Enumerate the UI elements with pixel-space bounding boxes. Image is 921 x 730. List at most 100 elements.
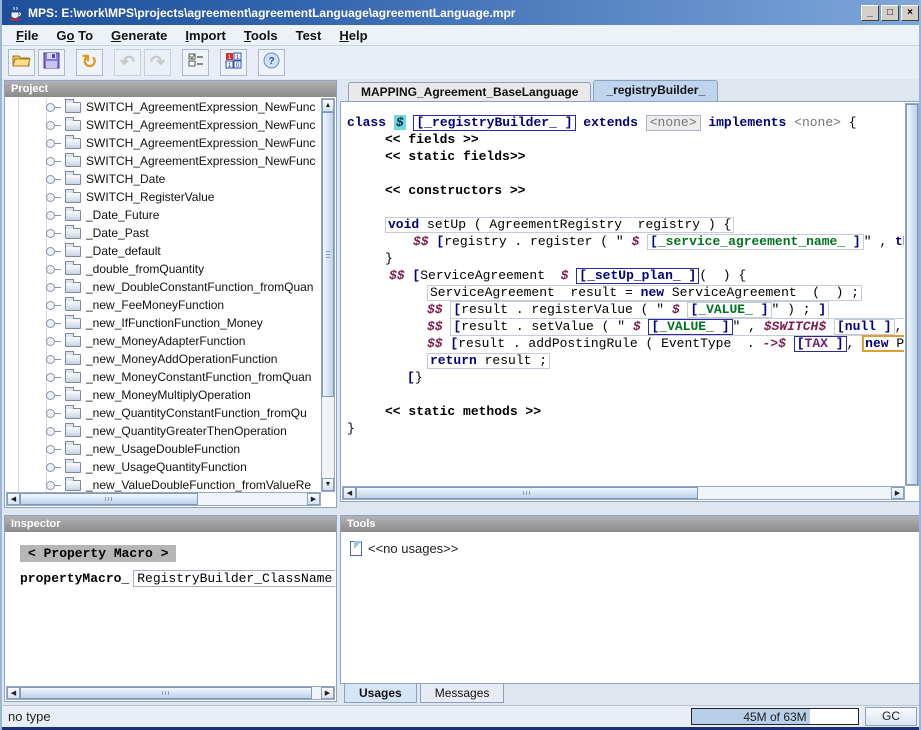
code-token[interactable]: ServiceAgreement [420, 268, 560, 283]
code-token[interactable]: << constructors >> [385, 183, 525, 198]
tree-item[interactable]: _new_UsageQuantityFunction [6, 458, 321, 476]
code-line[interactable]: } [347, 420, 904, 437]
code-token[interactable]: ] [818, 302, 826, 317]
save-button[interactable] [38, 49, 65, 76]
code-token[interactable]: ( ) { [699, 268, 746, 283]
code-line[interactable] [347, 165, 904, 182]
property-macro-name[interactable]: propertyMacro_ [20, 571, 129, 586]
code-token[interactable]: , [895, 319, 904, 334]
tree-collapse-handle-icon[interactable] [46, 355, 62, 363]
code-token[interactable]: [result . setValue ( " $ [_VALUE_ ]" , $… [450, 318, 904, 336]
usages-view[interactable]: <<no usages>> [342, 533, 919, 682]
help-button[interactable]: ? [258, 49, 285, 76]
maximize-button[interactable]: □ [881, 5, 899, 21]
tree-item[interactable]: SWITCH_Date [6, 170, 321, 188]
code-token[interactable]: $$ [427, 319, 450, 334]
code-token[interactable]: ] [884, 319, 892, 334]
tree-collapse-handle-icon[interactable] [46, 409, 62, 417]
code-token[interactable]: [null ] [834, 319, 895, 335]
code-area[interactable]: class $ [_registryBuilder_ ] extends <no… [347, 114, 904, 485]
tree-collapse-handle-icon[interactable] [46, 139, 62, 147]
menu-file[interactable]: File [8, 27, 46, 44]
code-token[interactable]: result . registerValue ( " [461, 302, 672, 317]
tree-item[interactable]: _new_IfFunctionFunction_Money [6, 314, 321, 332]
inspector-horizontal-scrollbar[interactable]: ◀ ▶ [6, 686, 335, 700]
code-token[interactable]: ] [836, 336, 844, 351]
code-token[interactable]: new [641, 285, 664, 300]
tools-tab-usages[interactable]: Usages [344, 684, 417, 703]
code-line[interactable] [347, 386, 904, 403]
code-line[interactable]: << constructors >> [347, 182, 904, 199]
code-line[interactable]: void setUp ( AgreementRegistry registry … [347, 216, 904, 233]
code-line[interactable]: } [347, 250, 904, 267]
code-token[interactable]: $ [633, 319, 649, 334]
code-token[interactable]: setUp ( AgreementRegistry registry ) { [419, 217, 731, 232]
code-token[interactable]: } [415, 370, 423, 385]
code-token[interactable]: _setUp_plan_ [587, 268, 688, 283]
scroll-left-icon[interactable]: ◀ [7, 493, 20, 505]
code-line[interactable]: << fields >> [347, 131, 904, 148]
editor-tab-mapping_agreement_baselanguage[interactable]: MAPPING_Agreement_BaseLanguage [348, 82, 591, 101]
tree-item[interactable]: _new_DoubleConstantFunction_fromQuan [6, 278, 321, 296]
tree-item[interactable]: SWITCH_RegisterValue [6, 188, 321, 206]
code-token[interactable]: [ [407, 370, 415, 385]
scroll-down-icon[interactable]: ▼ [322, 478, 334, 491]
code-line[interactable]: << static methods >> [347, 403, 904, 420]
titlebar[interactable]: MPS: E:\work\MPS\projects\agreement\agre… [2, 0, 921, 25]
options-button[interactable] [182, 49, 209, 76]
code-token[interactable]: new [865, 336, 888, 351]
code-token[interactable]: [result . registerValue ( " $ [_VALUE_ ]… [450, 301, 829, 319]
code-token[interactable]: << static methods >> [385, 404, 541, 419]
code-line[interactable]: class $ [_registryBuilder_ ] extends <no… [347, 114, 904, 131]
code-token[interactable]: ] [722, 319, 730, 334]
scroll-up-icon[interactable]: ▲ [322, 99, 334, 112]
tree-item[interactable]: _double_fromQuantity [6, 260, 321, 278]
code-token[interactable]: { [841, 115, 857, 130]
code-line[interactable]: $$ [registry . register ( " $ [_service_… [347, 233, 904, 250]
code-token[interactable]: ServiceAgreement ( ) ; [664, 285, 859, 300]
menu-go-to[interactable]: Go To [48, 27, 101, 44]
editor-horizontal-scrollbar[interactable]: ◀ ▶ [342, 486, 905, 500]
code-token[interactable]: [_VALUE_ ] [648, 319, 732, 335]
code-token[interactable]: ] [853, 234, 861, 249]
code-token[interactable]: $$ [413, 234, 436, 249]
tree-collapse-handle-icon[interactable] [46, 175, 62, 183]
tree-item[interactable]: _new_UsageDoubleFunction [6, 440, 321, 458]
numbers-button[interactable]: 1101 [220, 49, 247, 76]
code-token[interactable]: $$ [427, 302, 450, 317]
tree-collapse-handle-icon[interactable] [46, 337, 62, 345]
code-token[interactable]: $$ [389, 268, 412, 283]
scroll-right-icon[interactable]: ▶ [321, 687, 334, 699]
tree-collapse-handle-icon[interactable] [46, 121, 62, 129]
code-token[interactable]: ServiceAgreement result = new ServiceAgr… [427, 285, 862, 301]
tree-item[interactable]: _new_MoneyMultiplyOperation [6, 386, 321, 404]
code-token[interactable]: ] [565, 115, 573, 130]
code-token[interactable]: <none> [650, 115, 697, 130]
minimize-button[interactable]: _ [861, 5, 879, 21]
code-token[interactable]: return result ; [427, 353, 550, 369]
code-token[interactable]: void setUp ( AgreementRegistry registry … [385, 217, 734, 233]
tree-item[interactable]: _new_ValueDoubleFunction_fromValueRe [6, 476, 321, 492]
code-token[interactable]: new PostingRu [862, 335, 904, 352]
property-macro-label[interactable]: < Property Macro > [20, 545, 176, 562]
property-macro-value[interactable]: RegistryBuilder_ClassName [133, 570, 335, 587]
code-token[interactable]: [_setUp_plan_ ] [576, 268, 699, 284]
code-line[interactable] [347, 199, 904, 216]
tree-item[interactable]: _new_MoneyAddOperationFunction [6, 350, 321, 368]
code-line[interactable]: $$ [result . registerValue ( " $ [_VALUE… [347, 301, 904, 318]
code-token[interactable]: $ [561, 268, 577, 283]
code-token[interactable]: [_service_agreement_name_ ] [647, 234, 864, 250]
tree-collapse-handle-icon[interactable] [46, 211, 62, 219]
tree-collapse-handle-icon[interactable] [46, 319, 62, 327]
code-token[interactable]: result ; [477, 353, 547, 368]
menu-import[interactable]: Import [177, 27, 233, 44]
code-token[interactable]: << fields >> [385, 132, 479, 147]
code-token[interactable]: [ [797, 336, 805, 351]
tree-collapse-handle-icon[interactable] [46, 301, 62, 309]
code-token[interactable]: $SWITCH$ [764, 319, 834, 334]
code-token[interactable]: " ) ; [772, 302, 819, 317]
tree-collapse-handle-icon[interactable] [46, 283, 62, 291]
scroll-left-icon[interactable]: ◀ [7, 687, 20, 699]
code-token[interactable]: result . addPostingRule ( [458, 336, 661, 351]
menu-help[interactable]: Help [331, 27, 375, 44]
